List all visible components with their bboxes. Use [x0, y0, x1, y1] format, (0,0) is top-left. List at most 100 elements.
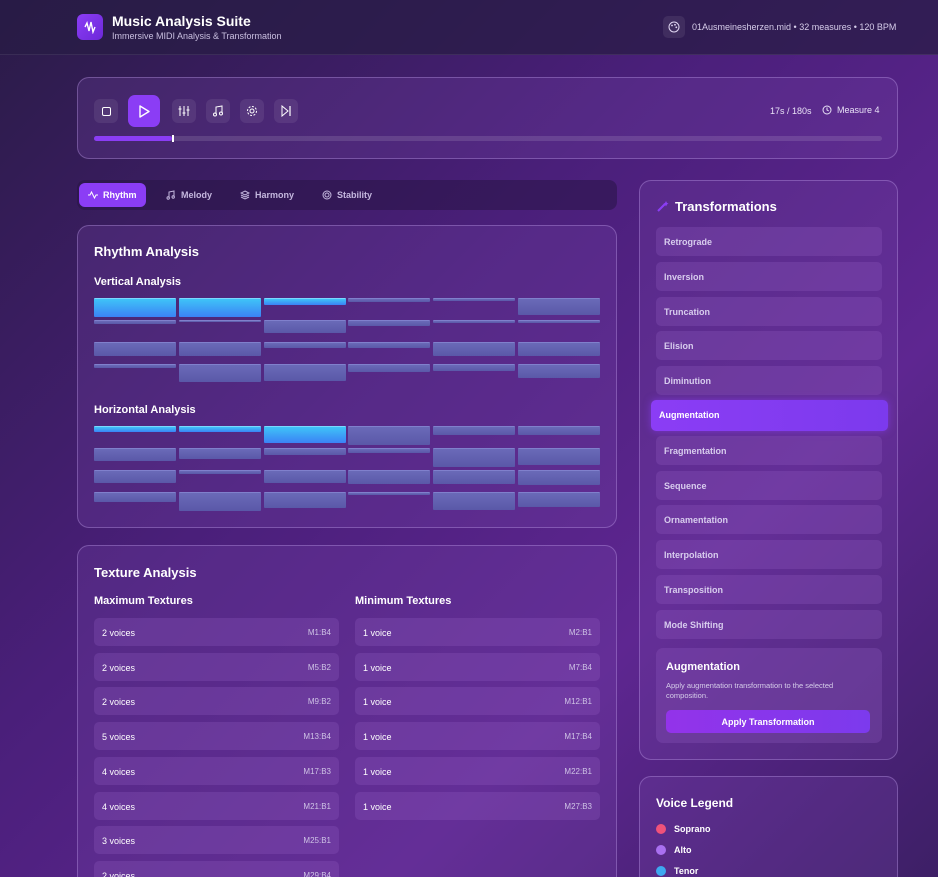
- transformation-item-truncation[interactable]: Truncation: [656, 296, 882, 326]
- wand-icon: [657, 201, 669, 212]
- rhythm-cell: [348, 426, 431, 445]
- texture-position: M2:B1: [568, 628, 592, 637]
- rhythm-cell: [263, 470, 346, 484]
- texture-voices: 2 voices: [102, 697, 136, 708]
- mixer-button[interactable]: [172, 99, 196, 123]
- app-title: Music Analysis Suite: [112, 13, 251, 29]
- measure-indicator: Measure 4: [822, 105, 880, 115]
- music-note-icon: [213, 105, 223, 117]
- tab-rhythm[interactable]: Rhythm: [79, 183, 146, 207]
- rhythm-cell: [178, 448, 261, 460]
- palette-icon[interactable]: [663, 16, 685, 38]
- gear-icon: [247, 106, 257, 116]
- texture-item[interactable]: 1 voice M27:B3: [355, 791, 600, 820]
- detail-title: Augmentation: [666, 661, 740, 673]
- transformation-item-interpolation[interactable]: Interpolation: [656, 540, 882, 570]
- texture-position: M1:B4: [307, 628, 331, 637]
- texture-item[interactable]: 2 voices M1:B4: [94, 618, 339, 646]
- texture-item[interactable]: 4 voices M21:B1: [94, 791, 339, 820]
- rhythm-cell: [518, 342, 600, 357]
- notes-button[interactable]: [206, 99, 230, 123]
- rhythm-cell: [178, 426, 261, 432]
- rhythm-cell: [433, 492, 516, 511]
- tab-stability-label: Stability: [337, 190, 373, 200]
- rhythm-cell: [94, 364, 176, 368]
- skip-forward-button[interactable]: [274, 99, 298, 123]
- tab-melody-label: Melody: [181, 190, 213, 200]
- app-header: Music Analysis Suite Immersive MIDI Anal…: [0, 0, 938, 55]
- rhythm-cell: [433, 364, 516, 371]
- texture-item[interactable]: 1 voice M7:B4: [355, 652, 600, 681]
- texture-item[interactable]: 2 voices M29:B4: [94, 860, 339, 877]
- progress-handle[interactable]: [172, 135, 174, 142]
- rhythm-cell: [94, 342, 176, 357]
- rhythm-cell: [263, 426, 346, 444]
- texture-position: M17:B3: [303, 766, 331, 776]
- texture-item[interactable]: 1 voice M2:B1: [355, 618, 600, 646]
- transformation-item-diminution[interactable]: Diminution: [656, 366, 882, 396]
- texture-voices: 3 voices: [102, 836, 136, 847]
- rhythm-cell: [348, 448, 431, 453]
- clock-icon: [822, 105, 832, 115]
- transformation-item-elision[interactable]: Elision: [656, 331, 882, 361]
- settings-button[interactable]: [240, 99, 264, 123]
- analysis-tabs: Rhythm Melody Harmony Stability: [77, 180, 617, 210]
- rhythm-cell: [178, 298, 261, 317]
- soprano-color-dot: [656, 824, 666, 834]
- rhythm-cell: [348, 364, 431, 372]
- rhythm-cell: [178, 320, 261, 322]
- rhythm-title: Rhythm Analysis: [94, 244, 199, 259]
- texture-position: M22:B1: [564, 766, 592, 776]
- rhythm-cell: [94, 320, 176, 324]
- playback-panel: 17s / 180s Measure 4: [77, 77, 898, 159]
- transformation-item-fragmentation[interactable]: Fragmentation: [656, 435, 882, 465]
- rhythm-cell: [518, 320, 600, 323]
- transformation-item-retrograde[interactable]: Retrograde: [656, 227, 882, 256]
- rhythm-cell: [433, 426, 516, 435]
- transformation-item-transposition[interactable]: Transposition: [656, 575, 882, 604]
- legend-item-tenor: Tenor: [656, 866, 698, 876]
- max-textures-label: Maximum Textures: [94, 595, 193, 607]
- transformation-item-sequence[interactable]: Sequence: [656, 470, 882, 500]
- texture-item[interactable]: 1 voice M12:B1: [355, 687, 600, 716]
- texture-item[interactable]: 1 voice M22:B1: [355, 756, 600, 785]
- play-icon: [139, 104, 150, 118]
- transformation-item-inversion[interactable]: Inversion: [656, 261, 882, 291]
- texture-position: M5:B2: [307, 662, 331, 672]
- layers-icon: [240, 190, 250, 200]
- texture-item[interactable]: 3 voices M25:B1: [94, 826, 339, 855]
- transformation-item-mode-shifting[interactable]: Mode Shifting: [656, 609, 882, 639]
- rhythm-cell: [433, 448, 516, 467]
- texture-item[interactable]: 2 voices M9:B2: [94, 687, 339, 716]
- legend-item-soprano: Soprano: [656, 824, 711, 834]
- rhythm-cell: [518, 470, 600, 486]
- tab-melody[interactable]: Melody: [157, 183, 221, 207]
- legend-item-alto: Alto: [656, 845, 692, 855]
- rhythm-cell: [94, 298, 176, 317]
- texture-item[interactable]: 2 voices M5:B2: [94, 652, 339, 681]
- texture-voices: 1 voice: [363, 801, 392, 812]
- legend-label: Tenor: [674, 866, 699, 876]
- texture-item[interactable]: 1 voice M17:B4: [355, 722, 600, 751]
- transformation-item-ornamentation[interactable]: Ornamentation: [656, 505, 882, 535]
- texture-item[interactable]: 4 voices M17:B3: [94, 756, 339, 785]
- rhythm-cell: [263, 448, 346, 455]
- waveform-logo-icon: [77, 14, 103, 40]
- rhythm-cell: [518, 492, 600, 508]
- rhythm-cell: [348, 492, 431, 495]
- play-button[interactable]: [128, 95, 160, 127]
- texture-voices: 2 voices: [102, 628, 136, 638]
- progress-bar[interactable]: [94, 135, 882, 142]
- texture-item[interactable]: 5 voices M13:B4: [94, 722, 339, 751]
- rhythm-cell: [263, 342, 346, 348]
- transformation-item-augmentation[interactable]: Augmentation: [651, 400, 888, 431]
- rhythm-cell: [263, 320, 346, 334]
- apply-transformation-button[interactable]: Apply Transformation: [666, 710, 870, 733]
- tab-harmony[interactable]: Harmony: [231, 183, 303, 207]
- texture-position: M21:B1: [303, 801, 331, 811]
- rhythm-cell: [348, 342, 431, 348]
- tab-stability[interactable]: Stability: [313, 183, 381, 207]
- texture-position: M17:B4: [564, 732, 592, 742]
- texture-position: M29:B4: [303, 870, 331, 877]
- stop-button[interactable]: [94, 99, 118, 123]
